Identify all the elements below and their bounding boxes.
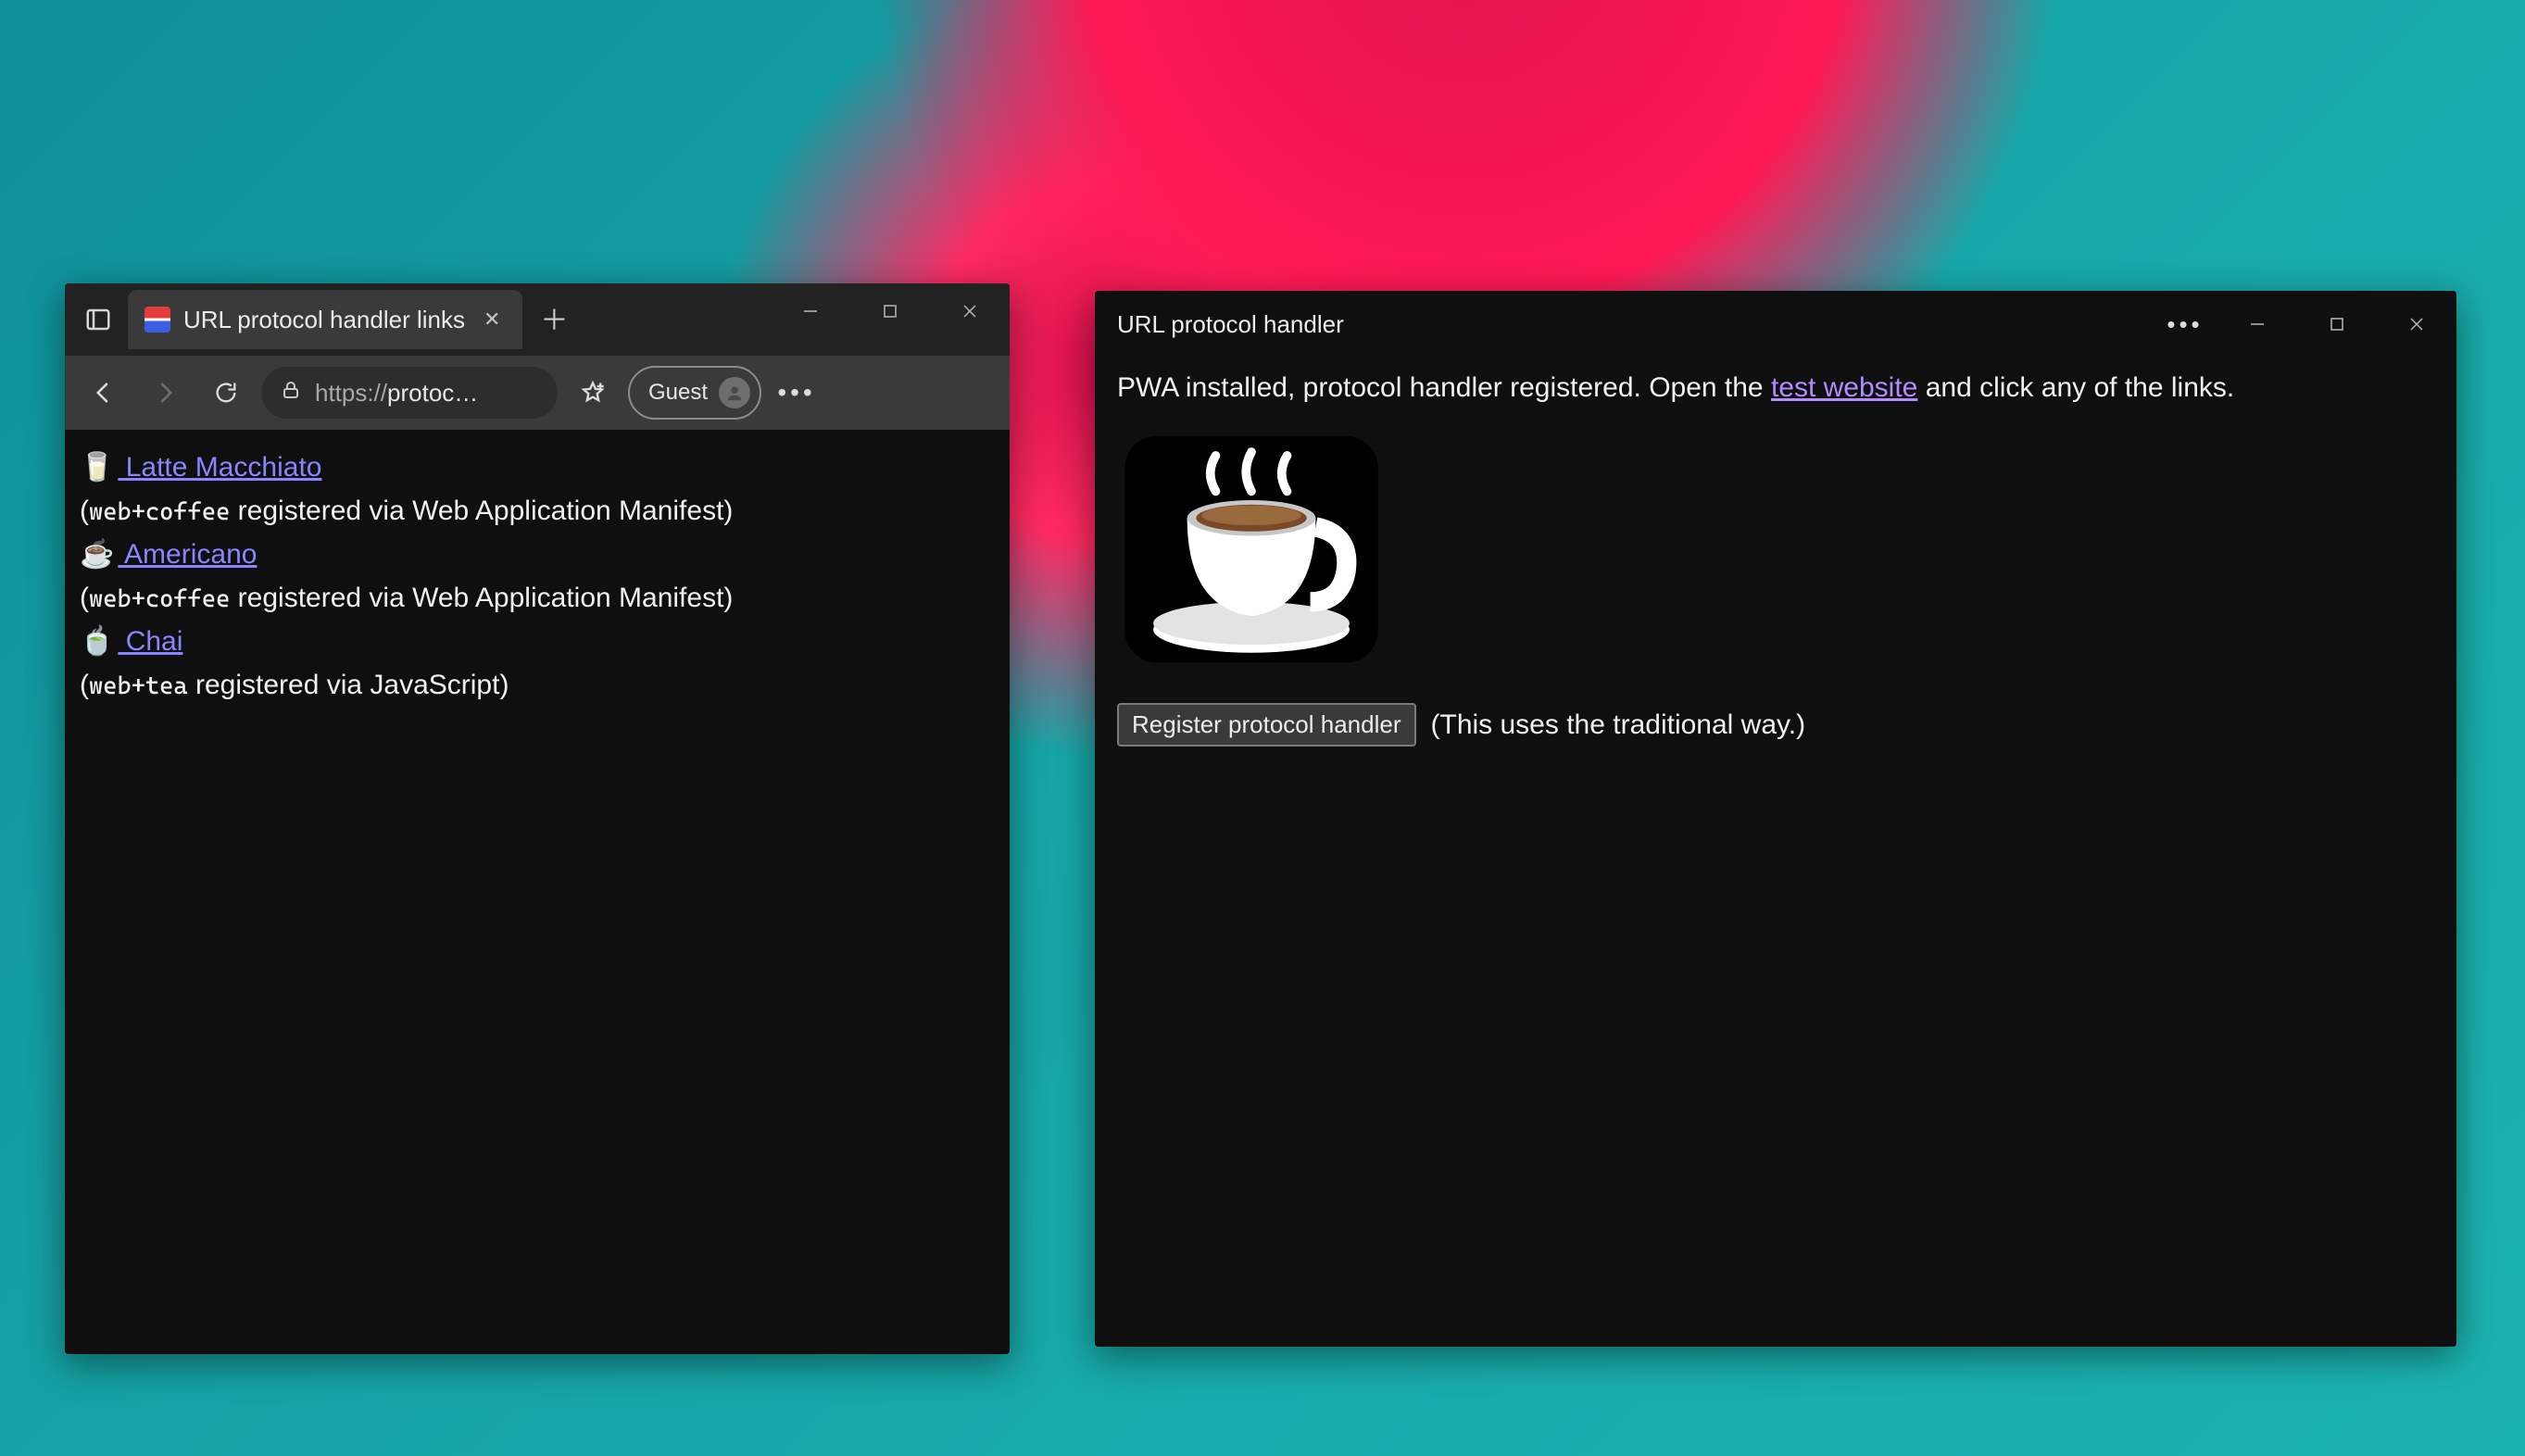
browser-window-controls xyxy=(771,283,1010,339)
link-americano[interactable]: Americano xyxy=(118,539,257,570)
pwa-window: URL protocol handler ••• PWA installed, … xyxy=(1095,291,2456,1347)
browser-window: URL protocol handler links ✕ ＋ xyxy=(65,283,1010,1354)
pwa-content: PWA installed, protocol handler register… xyxy=(1095,358,2456,1347)
tab-overview-button[interactable] xyxy=(82,303,115,336)
link-chai[interactable]: Chai xyxy=(118,626,182,657)
address-bar[interactable]: https://protoc… xyxy=(261,367,558,419)
avatar-icon xyxy=(719,377,750,408)
coffee-icon: ☕ xyxy=(80,539,114,570)
profile-button[interactable]: Guest xyxy=(628,366,761,420)
settings-menu-button[interactable]: ••• xyxy=(771,367,823,419)
pwa-more-button[interactable]: ••• xyxy=(2153,296,2217,352)
glass-icon: 🥛 xyxy=(80,452,114,483)
minimize-button[interactable] xyxy=(771,283,850,339)
minimize-button[interactable] xyxy=(2217,296,2297,352)
line-americano-desc: (web+coffee registered via Web Applicati… xyxy=(80,577,995,619)
refresh-button[interactable] xyxy=(200,367,252,419)
pwa-window-title: URL protocol handler xyxy=(1117,310,1344,339)
titlebar-left: URL protocol handler links ✕ ＋ xyxy=(65,283,589,356)
close-window-button[interactable] xyxy=(930,283,1010,339)
close-window-button[interactable] xyxy=(2377,296,2456,352)
pwa-titlebar: URL protocol handler ••• xyxy=(1095,291,2456,358)
browser-toolbar: https://protoc… Guest ••• xyxy=(65,356,1010,430)
back-button[interactable] xyxy=(78,367,130,419)
favorites-button[interactable] xyxy=(567,367,619,419)
address-url: https://protoc… xyxy=(315,379,478,408)
desktop-background: URL protocol handler links ✕ ＋ xyxy=(0,0,2525,1456)
tab-close-button[interactable]: ✕ xyxy=(478,302,506,337)
coffee-cup-illustration xyxy=(1117,429,1386,677)
link-test-website[interactable]: test website xyxy=(1771,372,1917,403)
tab-title: URL protocol handler links xyxy=(183,306,465,334)
maximize-button[interactable] xyxy=(2297,296,2377,352)
browser-tab[interactable]: URL protocol handler links ✕ xyxy=(128,290,522,349)
register-aside-text: (This uses the traditional way.) xyxy=(1431,709,1806,741)
tab-favicon xyxy=(144,307,170,333)
forward-button[interactable] xyxy=(139,367,191,419)
register-protocol-handler-button[interactable]: Register protocol handler xyxy=(1117,703,1416,747)
pwa-intro-text: PWA installed, protocol handler register… xyxy=(1117,367,2434,408)
link-latte-macchiato[interactable]: Latte Macchiato xyxy=(118,452,321,483)
browser-titlebar: URL protocol handler links ✕ ＋ xyxy=(65,283,1010,356)
lock-icon xyxy=(280,379,302,408)
maximize-button[interactable] xyxy=(850,283,930,339)
line-latte-desc: (web+coffee registered via Web Applicati… xyxy=(80,490,995,532)
tea-icon: 🍵 xyxy=(80,626,114,657)
profile-label: Guest xyxy=(648,380,708,406)
pwa-window-controls xyxy=(2217,296,2456,352)
line-chai-desc: (web+tea registered via JavaScript) xyxy=(80,664,995,706)
new-tab-button[interactable]: ＋ xyxy=(528,292,580,344)
browser-page-content: 🥛 Latte Macchiato (web+coffee registered… xyxy=(65,430,1010,1354)
